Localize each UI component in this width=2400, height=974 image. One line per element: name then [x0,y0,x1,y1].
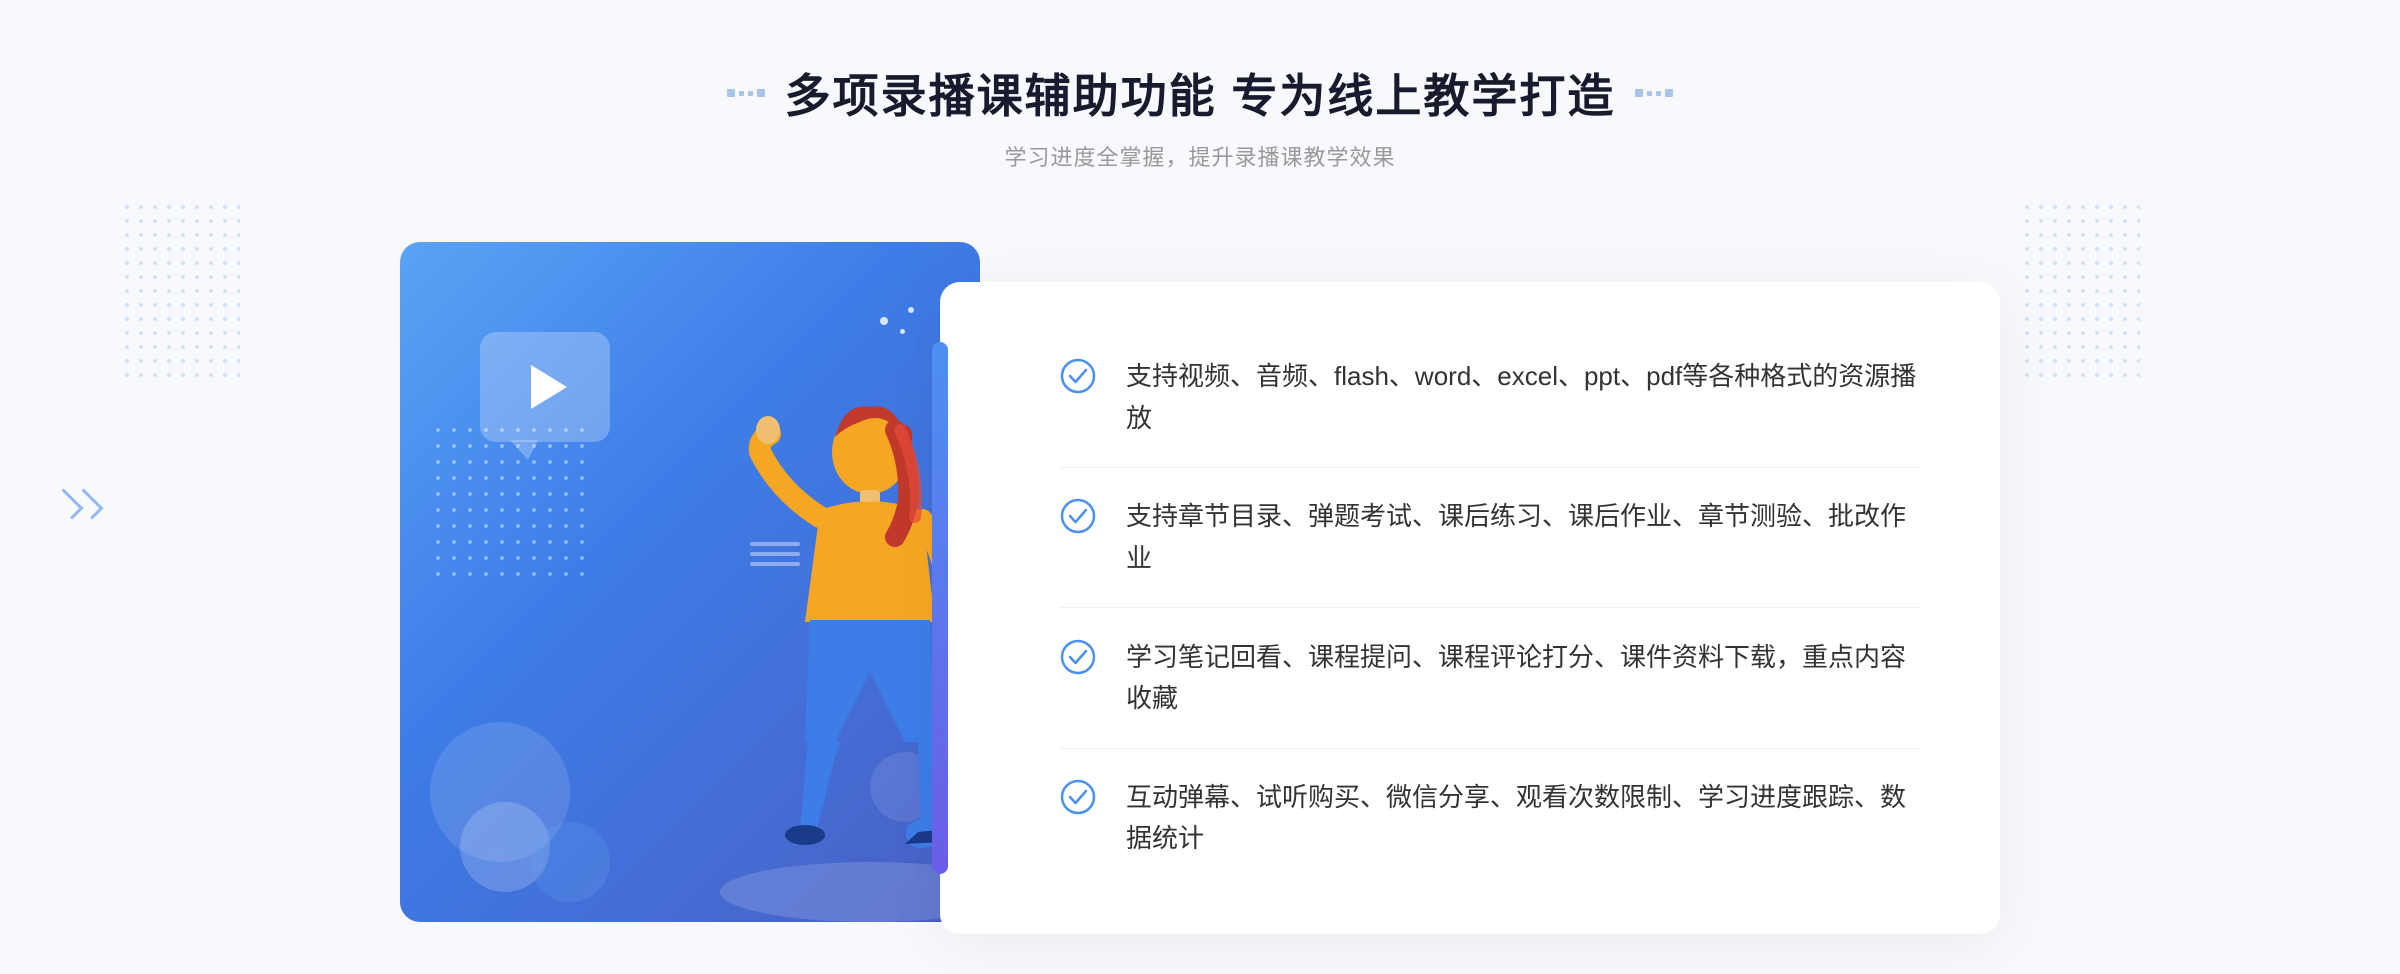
decorator-dot [1647,91,1652,96]
divider-3 [1060,748,1920,749]
decorator-right [1635,89,1673,97]
human-figure [640,362,980,922]
features-card: 支持视频、音频、flash、word、excel、ppt、pdf等各种格式的资源… [940,282,2000,934]
illustration-card [400,242,980,922]
decorator-dot [757,89,765,97]
dots-decoration-left [120,200,240,380]
decorator-dot [1635,89,1643,97]
divider-1 [1060,467,1920,468]
chevron-icon-2 [72,488,103,519]
accent-bar [932,342,948,874]
main-content: 支持视频、音频、flash、word、excel、ppt、pdf等各种格式的资源… [400,222,2000,934]
play-icon [531,365,567,409]
feature-text-1: 支持视频、音频、flash、word、excel、ppt、pdf等各种格式的资源… [1126,356,1920,439]
check-icon-3 [1060,639,1096,675]
check-icon-4 [1060,779,1096,815]
divider-2 [1060,607,1920,608]
decorator-dot [748,91,753,96]
play-bubble [480,332,610,442]
feature-item-4: 互动弹幕、试听购买、微信分享、观看次数限制、学习进度跟踪、数据统计 [1060,757,1920,880]
check-icon-2 [1060,498,1096,534]
check-icon-1 [1060,358,1096,394]
sparkle-dot [908,307,914,313]
decorator-left [727,89,765,97]
chevrons-decoration [60,490,96,518]
dots-decoration-right [2020,200,2140,380]
blue-circle-deco-2 [500,812,550,862]
sparkle-dot [900,329,905,334]
decorator-dot [727,89,735,97]
feature-text-3: 学习笔记回看、课程提问、课程评论打分、课件资料下载，重点内容收藏 [1126,637,1920,720]
sparkle-dot [880,317,888,325]
decorator-dot [739,91,744,96]
page-container: 多项录播课辅助功能 专为线上教学打造 学习进度全掌握，提升录播课教学效果 [0,0,2400,974]
feature-text-4: 互动弹幕、试听购买、微信分享、观看次数限制、学习进度跟踪、数据统计 [1126,777,1920,860]
main-title: 多项录播课辅助功能 专为线上教学打造 [785,60,1616,126]
feature-item-3: 学习笔记回看、课程提问、课程评论打分、课件资料下载，重点内容收藏 [1060,617,1920,740]
header-decorators: 多项录播课辅助功能 专为线上教学打造 [727,60,1674,126]
feature-item-2: 支持章节目录、弹题考试、课后练习、课后作业、章节测验、批改作业 [1060,476,1920,599]
decorator-dot [1656,91,1661,96]
subtitle: 学习进度全掌握，提升录播课教学效果 [727,140,1674,172]
feature-item-1: 支持视频、音频、flash、word、excel、ppt、pdf等各种格式的资源… [1060,336,1920,459]
decorator-dot [1665,89,1673,97]
header-section: 多项录播课辅助功能 专为线上教学打造 学习进度全掌握，提升录播课教学效果 [727,60,1674,172]
feature-text-2: 支持章节目录、弹题考试、课后练习、课后作业、章节测验、批改作业 [1126,496,1920,579]
